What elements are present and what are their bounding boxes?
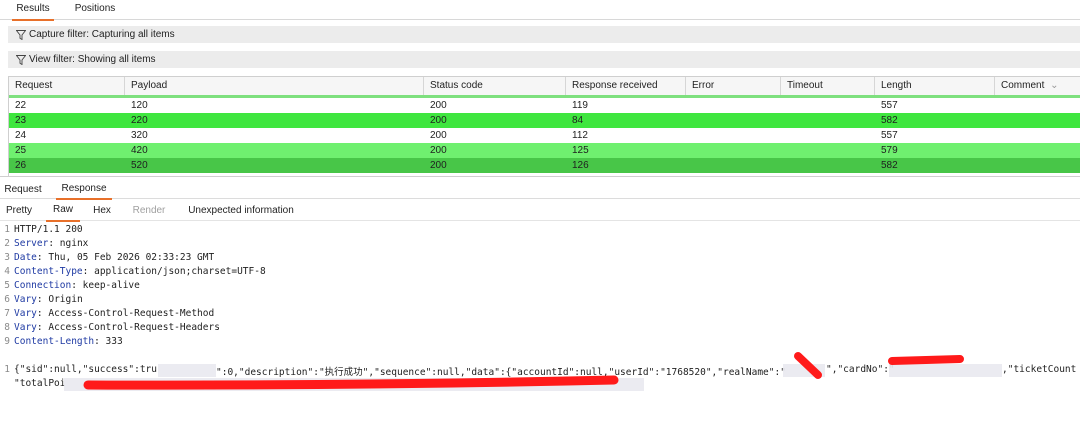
message-tab-bar: Request Response — [0, 181, 1080, 200]
tab-pretty[interactable]: Pretty — [2, 202, 36, 220]
table-row[interactable]: 25 420 200 125 579 — [9, 143, 1080, 158]
table-row[interactable]: 22 120 200 119 557 — [9, 98, 1080, 113]
column-header-status-code[interactable]: Status code — [424, 77, 566, 95]
cell-payload: 320 — [131, 130, 148, 141]
tab-results[interactable]: Results — [12, 0, 54, 21]
table-row-selected[interactable]: 26 520 200 126 582 — [9, 158, 1080, 173]
tab-request[interactable]: Request — [2, 181, 44, 198]
results-tab-bar: Results Positions — [0, 0, 1080, 21]
table-row[interactable]: 24 320 200 112 557 — [9, 128, 1080, 143]
cell-status: 200 — [430, 160, 447, 171]
chevron-down-icon: ⌄ — [1050, 80, 1059, 91]
cell-status: 200 — [430, 115, 447, 126]
cell-request: 26 — [15, 160, 27, 171]
cell-payload: 420 — [131, 145, 148, 156]
capture-filter-label: Capture filter: Capturing all items — [29, 29, 175, 40]
column-header-request[interactable]: Request — [9, 77, 125, 95]
cell-length: 579 — [881, 145, 898, 156]
column-header-payload[interactable]: Payload — [125, 77, 424, 95]
tab-positions[interactable]: Positions — [68, 0, 122, 19]
cell-response-received: 119 — [572, 100, 588, 111]
cell-status: 200 — [430, 130, 447, 141]
response-raw-editor[interactable]: 1 2 3 4 5 6 7 8 9 1 HTTP/1.1 200 Server:… — [0, 222, 1080, 448]
tab-hex[interactable]: Hex — [86, 202, 118, 220]
cell-length: 582 — [881, 115, 898, 126]
cell-response-received: 126 — [572, 160, 589, 171]
cell-request: 22 — [15, 100, 27, 111]
cell-response-received: 125 — [572, 145, 589, 156]
column-header-length[interactable]: Length — [875, 77, 995, 95]
cell-payload: 220 — [131, 115, 148, 126]
results-table: Request Payload Status code Response rec… — [8, 76, 1080, 177]
cell-payload: 520 — [131, 160, 148, 171]
cell-length: 557 — [881, 100, 898, 111]
view-tab-bar: Pretty Raw Hex Render Unexpected informa… — [0, 202, 1080, 222]
tab-raw[interactable]: Raw — [46, 202, 80, 222]
cell-response-received: 112 — [572, 130, 588, 141]
view-filter-label: View filter: Showing all items — [29, 54, 156, 65]
filter-icon — [15, 29, 27, 46]
column-header-comment-label: Comment — [1001, 80, 1045, 91]
cell-status: 200 — [430, 100, 447, 111]
cell-length: 582 — [881, 160, 898, 171]
cell-request: 25 — [15, 145, 27, 156]
filter-icon — [15, 54, 27, 71]
redaction-marks — [64, 352, 1002, 391]
pane-divider[interactable] — [0, 176, 1080, 177]
tab-response[interactable]: Response — [56, 181, 112, 200]
column-header-comment[interactable]: Comment ⌄ — [995, 77, 1080, 95]
tab-render[interactable]: Render — [126, 202, 172, 220]
cell-request: 23 — [15, 115, 27, 126]
column-header-error[interactable]: Error — [686, 77, 781, 95]
capture-filter-bar[interactable]: Capture filter: Capturing all items — [8, 26, 1080, 43]
cell-response-received: 84 — [572, 115, 584, 126]
cell-length: 557 — [881, 130, 898, 141]
view-filter-bar[interactable]: View filter: Showing all items — [8, 51, 1080, 68]
cell-status: 200 — [430, 145, 447, 156]
table-header: Request Payload Status code Response rec… — [9, 77, 1080, 96]
table-row[interactable]: 23 220 200 84 582 — [9, 113, 1080, 128]
column-header-timeout[interactable]: Timeout — [781, 77, 875, 95]
cell-payload: 120 — [131, 100, 148, 111]
cell-request: 24 — [15, 130, 27, 141]
column-header-response-received[interactable]: Response received — [566, 77, 686, 95]
tab-unexpected-information[interactable]: Unexpected information — [182, 202, 300, 220]
